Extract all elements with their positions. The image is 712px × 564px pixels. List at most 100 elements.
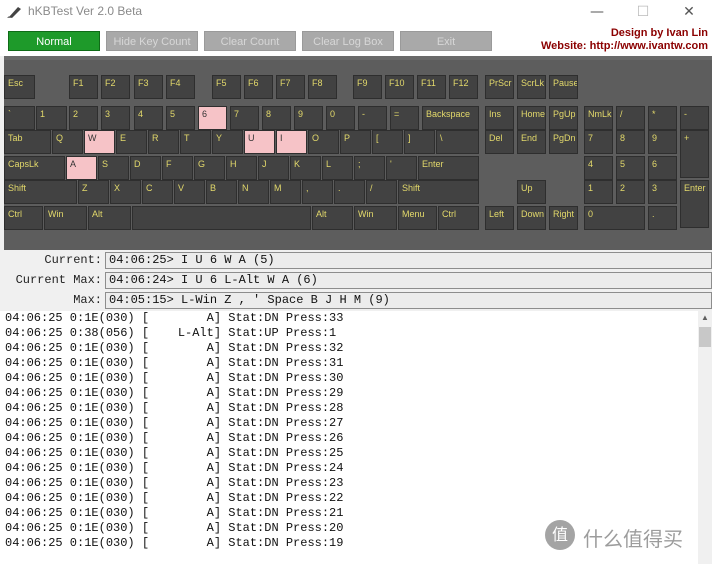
key: ] xyxy=(404,130,435,154)
key: 7 xyxy=(230,106,259,130)
scroll-up-arrow-icon[interactable]: ▲ xyxy=(698,311,712,325)
key: F10 xyxy=(385,75,414,99)
key: R xyxy=(148,130,179,154)
current-row: Current: 04:06:25> I U 6 W A (5) xyxy=(0,251,712,270)
key: M xyxy=(270,180,301,204)
log-line: 04:06:25 0:1E(030) [ A] Stat:DN Press:32 xyxy=(5,341,344,355)
max-field: 04:05:15> L-Win Z , ' Space B J H M (9) xyxy=(105,292,712,309)
keyboard-app-icon xyxy=(7,7,21,18)
key: Up xyxy=(517,180,546,204)
key: PgDn xyxy=(549,130,578,154)
watermark: 值 什么值得买 xyxy=(545,518,705,556)
hide-key-count-button[interactable]: Hide Key Count xyxy=(106,31,198,51)
key: F11 xyxy=(417,75,446,99)
key: 9 xyxy=(648,130,677,154)
key: F3 xyxy=(134,75,163,99)
key: Alt xyxy=(312,206,353,230)
clear-count-button[interactable]: Clear Count xyxy=(204,31,296,51)
key: 5 xyxy=(166,106,195,130)
key: F xyxy=(162,156,193,180)
key: , xyxy=(302,180,333,204)
normal-button[interactable]: Normal xyxy=(8,31,100,51)
key: [ xyxy=(372,130,403,154)
minimize-button[interactable]: — xyxy=(574,0,620,24)
key: Enter xyxy=(680,180,709,228)
key: Q xyxy=(52,130,83,154)
log-line: 04:06:25 0:1E(030) [ A] Stat:DN Press:25 xyxy=(5,446,344,460)
key: A xyxy=(66,156,97,180)
key: 0 xyxy=(584,206,645,230)
exit-button[interactable]: Exit xyxy=(400,31,492,51)
log-line: 04:06:25 0:1E(030) [ A] Stat:DN Press:26 xyxy=(5,431,344,445)
key: / xyxy=(366,180,397,204)
toolbar: Normal Hide Key Count Clear Count Clear … xyxy=(0,24,712,56)
key: F1 xyxy=(69,75,98,99)
key: Enter xyxy=(418,156,479,180)
key: U xyxy=(244,130,275,154)
log-line: 04:06:25 0:1E(030) [ A] Stat:DN Press:23 xyxy=(5,476,344,490)
key: Tab xyxy=(4,130,51,154)
key: 2 xyxy=(69,106,98,130)
key: H xyxy=(226,156,257,180)
key: ` xyxy=(4,106,35,130)
key: * xyxy=(648,106,677,130)
key: Pause xyxy=(549,75,578,99)
key: D xyxy=(130,156,161,180)
key: Ins xyxy=(485,106,514,130)
current-field: 04:06:25> I U 6 W A (5) xyxy=(105,252,712,269)
maximize-button[interactable]: ☐ xyxy=(620,0,666,24)
key: L xyxy=(322,156,353,180)
key: B xyxy=(206,180,237,204)
current-max-field: 04:06:24> I U 6 L-Alt W A (6) xyxy=(105,272,712,289)
key: 4 xyxy=(584,156,613,180)
log-line: 04:06:25 0:1E(030) [ A] Stat:DN Press:24 xyxy=(5,461,344,475)
scroll-thumb[interactable] xyxy=(699,327,711,347)
log-line: 04:06:25 0:1E(030) [ A] Stat:DN Press:30 xyxy=(5,371,344,385)
key: G xyxy=(194,156,225,180)
key: PgUp xyxy=(549,106,578,130)
key: F9 xyxy=(353,75,382,99)
key: Z xyxy=(78,180,109,204)
key: I xyxy=(276,130,307,154)
key: Del xyxy=(485,130,514,154)
key: PrScr xyxy=(485,75,514,99)
key: F8 xyxy=(308,75,337,99)
key: 4 xyxy=(134,106,163,130)
key: K xyxy=(290,156,321,180)
key: Shift xyxy=(4,180,77,204)
designer-credit: Design by Ivan Lin xyxy=(610,27,708,39)
window-title: hKBTest Ver 2.0 Beta xyxy=(28,4,143,18)
current-max-row: Current Max: 04:06:24> I U 6 L-Alt W A (… xyxy=(0,271,712,290)
key: F5 xyxy=(212,75,241,99)
key: Win xyxy=(354,206,397,230)
key: V xyxy=(174,180,205,204)
max-label: Max: xyxy=(73,293,102,307)
key: 9 xyxy=(294,106,323,130)
log-line: 04:06:25 0:1E(030) [ A] Stat:DN Press:27 xyxy=(5,416,344,430)
key: Home xyxy=(517,106,546,130)
key: S xyxy=(98,156,129,180)
log-line: 04:06:25 0:1E(030) [ A] Stat:DN Press:31 xyxy=(5,356,344,370)
key: End xyxy=(517,130,546,154)
key: 8 xyxy=(616,130,645,154)
key: W xyxy=(84,130,115,154)
key: + xyxy=(680,130,709,178)
key: O xyxy=(308,130,339,154)
clear-log-box-button[interactable]: Clear Log Box xyxy=(302,31,394,51)
key: 7 xyxy=(584,130,613,154)
key: E xyxy=(116,130,147,154)
website-credit: Website: http://www.ivantw.com xyxy=(540,40,708,52)
key: Down xyxy=(517,206,546,230)
key: C xyxy=(142,180,173,204)
close-button[interactable]: ✕ xyxy=(666,0,712,24)
key: ScrLk xyxy=(517,75,546,99)
key: Left xyxy=(485,206,514,230)
key: Alt xyxy=(88,206,131,230)
current-max-label: Current Max: xyxy=(15,273,102,287)
key: 5 xyxy=(616,156,645,180)
key: F6 xyxy=(244,75,273,99)
key: - xyxy=(358,106,387,130)
watermark-badge-icon: 值 xyxy=(545,520,575,550)
key: - xyxy=(680,106,709,130)
key: 1 xyxy=(584,180,613,204)
